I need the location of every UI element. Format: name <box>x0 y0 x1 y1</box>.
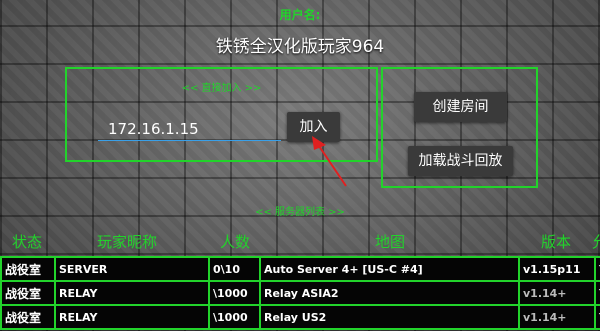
cell-extra: Y <box>594 304 600 330</box>
cell-map: Relay US2 <box>259 304 520 330</box>
column-header-status[interactable]: 状态 <box>12 231 42 252</box>
cell-player-name: SERVER <box>54 256 210 282</box>
table-row[interactable]: 战役室 RELAY \1000 Relay ASIA2 v1.14+ Y <box>0 280 600 306</box>
table-row[interactable]: 战役室 RELAY \1000 Relay US2 v1.14+ Y <box>0 304 600 330</box>
cell-map: Auto Server 4+ [US-C #4] <box>259 256 520 282</box>
cell-status: 战役室 <box>0 256 56 282</box>
server-table: 战役室 SERVER 0\10 Auto Server 4+ [US-C #4]… <box>0 256 600 330</box>
column-header-map[interactable]: 地图 <box>375 231 405 252</box>
cell-extra: Y <box>594 256 600 282</box>
server-list-title: << 服务器列表 >> <box>255 207 345 218</box>
cell-status: 战役室 <box>0 280 56 306</box>
column-header-player-name[interactable]: 玩家昵称 <box>97 231 157 252</box>
table-row[interactable]: 战役室 SERVER 0\10 Auto Server 4+ [US-C #4]… <box>0 256 600 282</box>
cell-extra: Y <box>594 280 600 306</box>
column-header-player-count[interactable]: 人数 <box>220 231 250 252</box>
cell-version: v1.14+ <box>518 280 596 306</box>
column-header-version[interactable]: 版本 <box>541 231 571 252</box>
cell-player-count: 0\10 <box>208 256 261 282</box>
cell-player-count: \1000 <box>208 304 261 330</box>
column-header-extra[interactable]: 允 <box>592 231 600 252</box>
cell-version: v1.15p11 <box>518 256 596 282</box>
cell-player-count: \1000 <box>208 280 261 306</box>
cell-version: v1.14+ <box>518 304 596 330</box>
cell-player-name: RELAY <box>54 304 210 330</box>
cell-map: Relay ASIA2 <box>259 280 520 306</box>
cell-status: 战役室 <box>0 304 56 330</box>
cell-player-name: RELAY <box>54 280 210 306</box>
